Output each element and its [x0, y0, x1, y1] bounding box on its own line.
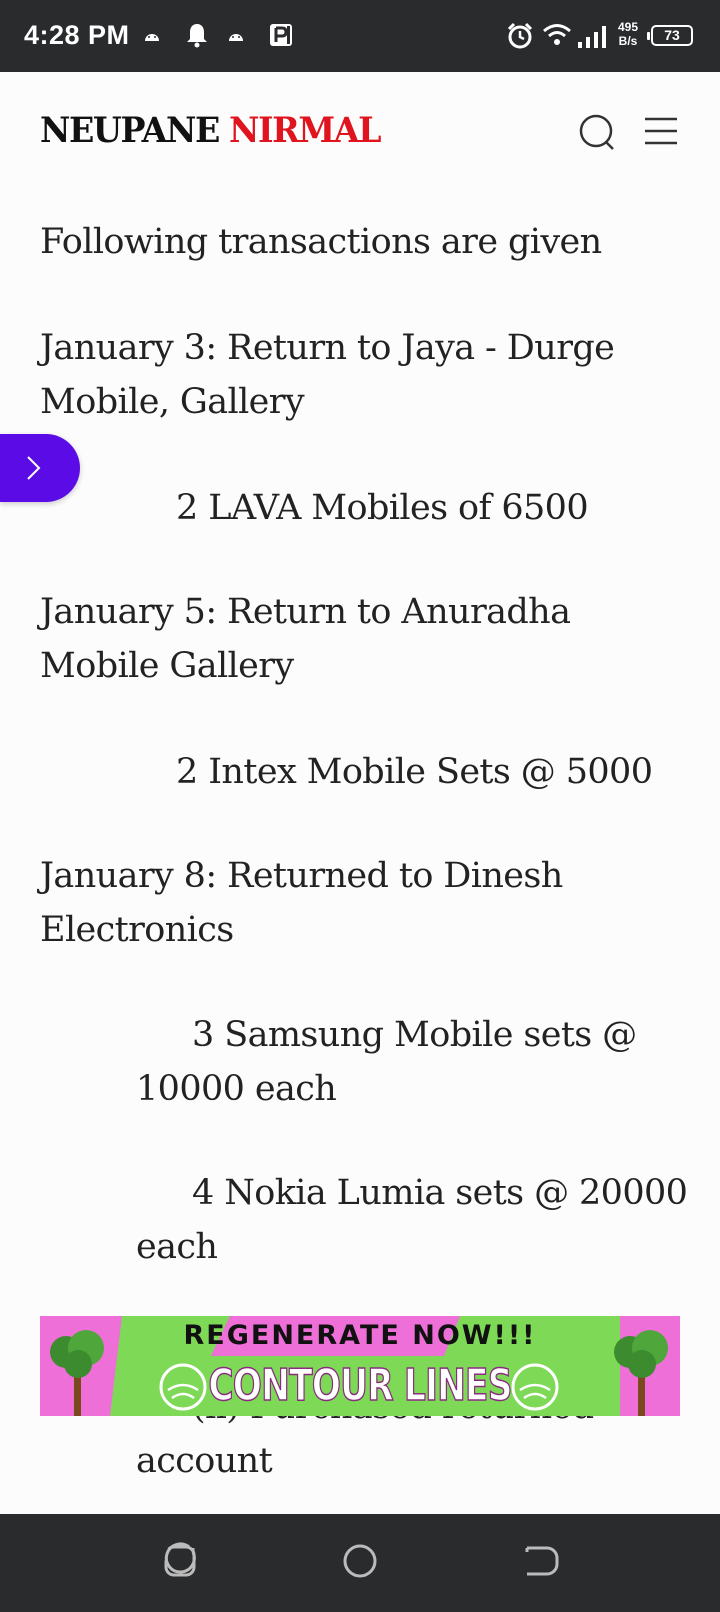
alarm-icon	[507, 22, 533, 49]
ad-banner[interactable]: REGENERATE NOW!!! CONTOUR LINES	[40, 1316, 680, 1416]
paragraph: January 5: Return to Anuradha Mobile Gal…	[40, 592, 571, 686]
contour-badge-icon	[511, 1363, 559, 1411]
paragraph: Following transactions are given	[40, 222, 602, 262]
notification-bell-icon	[187, 24, 207, 48]
ad-headline: REGENERATE NOW!!!	[183, 1320, 537, 1351]
battery-indicator: 73	[647, 25, 693, 46]
android-icon-2	[229, 34, 243, 41]
hamburger-menu-icon[interactable]	[642, 112, 682, 152]
status-time: 4:28 PM	[24, 20, 130, 50]
paragraph: January 8: Returned to Dinesh Electronic…	[40, 856, 563, 950]
net-speed-unit: B/s	[618, 34, 638, 48]
back-icon[interactable]	[517, 1538, 563, 1584]
wifi-icon	[543, 24, 571, 45]
android-icon	[145, 34, 159, 41]
paragraph: 4 Nokia Lumia sets @ 20000 each	[136, 1173, 688, 1267]
logo-part2: NIRMAL	[229, 110, 381, 151]
status-bar: 4:28 PM 495 B/s 73	[0, 0, 720, 72]
search-icon[interactable]	[576, 112, 616, 152]
paragraph: 3 Samsung Mobile sets @ 10000 each	[136, 1015, 637, 1109]
app-notification-icon	[270, 24, 292, 46]
paragraph: 2 LAVA Mobiles of 6500	[176, 488, 589, 528]
contour-badge-icon	[159, 1363, 207, 1411]
recents-icon[interactable]	[157, 1538, 203, 1584]
logo-part1: NEUPANE	[40, 110, 220, 151]
paragraph: 2 Intex Mobile Sets @ 5000	[176, 752, 653, 792]
site-logo[interactable]: NEUPANE NIRMAL	[40, 100, 381, 162]
system-nav-bar	[0, 1514, 720, 1612]
side-drawer-tab[interactable]	[0, 434, 80, 502]
paragraph: January 3: Return to Jaya - Durge Mobile…	[40, 328, 615, 422]
chevron-right-icon	[27, 456, 41, 480]
signal-icon	[578, 26, 606, 48]
net-speed-value: 495	[618, 20, 639, 34]
network-speed: 495 B/s	[618, 20, 638, 48]
home-icon[interactable]	[337, 1538, 383, 1584]
